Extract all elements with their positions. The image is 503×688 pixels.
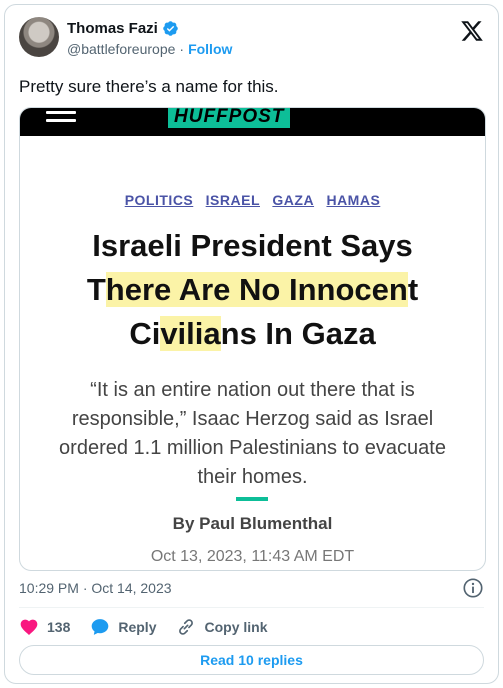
follow-button[interactable]: Follow (188, 41, 232, 57)
headline-text: Israeli President Says (92, 228, 413, 263)
tweet-timestamp[interactable]: 10:29 PM · Oct 14, 2023 (19, 580, 172, 596)
headline-line: Civilians In Gaza (20, 312, 485, 356)
article-tags: POLITICS ISRAEL GAZA HAMAS (20, 192, 485, 208)
separator: · (179, 41, 185, 57)
headline-highlight: here Are No Innocen (105, 272, 408, 307)
like-button[interactable]: 138 (19, 617, 70, 637)
read-replies-button[interactable]: Read 10 replies (19, 645, 484, 675)
headline-line: Israeli President Says (20, 224, 485, 268)
publisher-bar: HUFFPOST (20, 108, 485, 136)
publisher-logo: HUFFPOST (168, 108, 291, 128)
headline-text: Ci (129, 316, 161, 351)
reply-label: Reply (118, 619, 157, 635)
headline-text: ns In Gaza (220, 316, 376, 351)
headline-text: t (407, 272, 419, 307)
headline-text: T (86, 272, 106, 307)
author-handle[interactable]: @battleforeurope (67, 41, 175, 57)
info-icon[interactable] (462, 577, 484, 599)
tag: POLITICS (124, 192, 194, 208)
tag: GAZA (272, 192, 315, 208)
like-count: 138 (47, 619, 71, 635)
tag: ISRAEL (205, 192, 260, 208)
hamburger-icon (46, 111, 76, 127)
article-screenshot[interactable]: HUFFPOST POLITICS ISRAEL GAZA HAMAS Isra… (19, 107, 486, 571)
author-name[interactable]: Thomas Fazi (67, 20, 158, 37)
link-icon (179, 619, 194, 635)
tweet-text: Pretty sure there’s a name for this. (19, 77, 279, 96)
article-date: Oct 13, 2023, 11:43 AM EDT (150, 548, 355, 565)
article-byline: By Paul Blumenthal (172, 514, 333, 533)
divider (236, 497, 268, 501)
reply-bubble-icon (92, 619, 109, 635)
avatar[interactable] (19, 17, 59, 57)
heart-icon (20, 619, 38, 635)
article-headline: Israeli President Says There Are No Inno… (20, 224, 485, 356)
tweet-card: Thomas Fazi @battleforeurope · Follow Pr… (4, 4, 499, 684)
article-dek: “It is an entire nation out there that i… (59, 379, 446, 488)
headline-line: There Are No Innocent (20, 268, 485, 312)
reply-button[interactable]: Reply (90, 617, 156, 637)
tag: HAMAS (326, 192, 381, 208)
tweet-meta: 10:29 PM · Oct 14, 2023 (19, 577, 484, 601)
headline-highlight: vilia (160, 316, 221, 351)
handle-row: @battleforeurope · Follow (67, 41, 232, 57)
verified-badge-icon (163, 21, 178, 36)
copy-link-label: Copy link (204, 619, 268, 635)
copy-link-button[interactable]: Copy link (176, 617, 268, 637)
tweet-header: Thomas Fazi @battleforeurope · Follow (19, 17, 484, 61)
name-row: Thomas Fazi (67, 20, 179, 37)
tweet-actions: 138 Reply Copy link (19, 615, 268, 639)
x-logo-icon[interactable] (460, 19, 484, 43)
divider (19, 607, 484, 608)
